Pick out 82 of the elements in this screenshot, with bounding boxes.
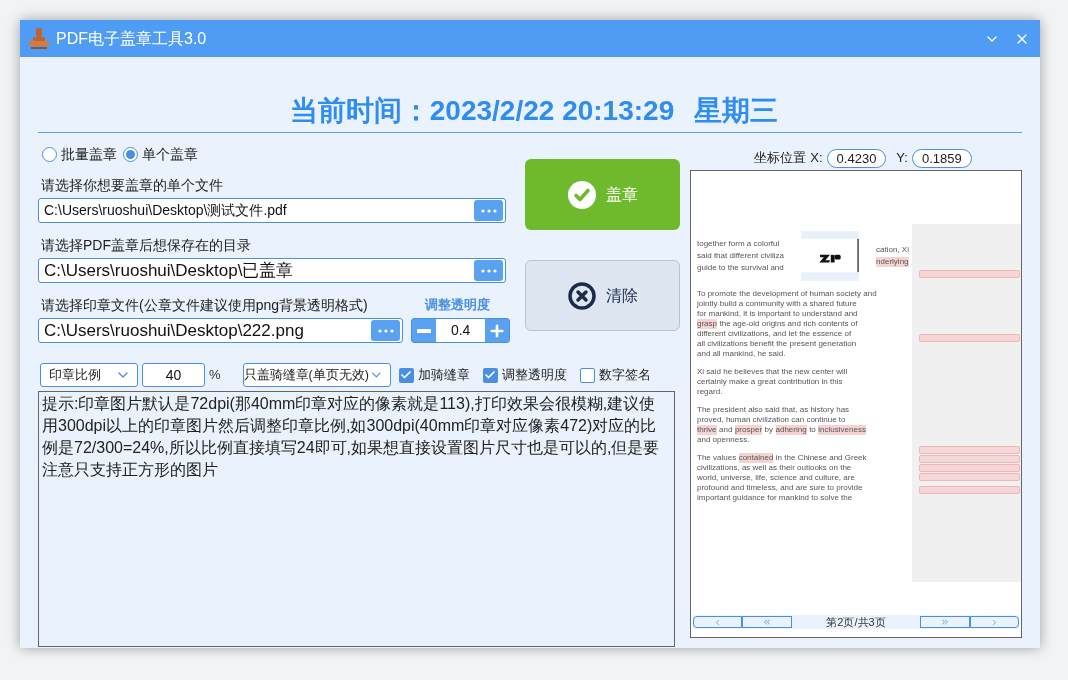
chevron-right-icon: [990, 617, 999, 627]
seam-mode-dropdown[interactable]: 只盖骑缝章(单页无效): [242, 363, 391, 387]
path-field[interactable]: C:\Users\ruoshui\Desktop\已盖章: [38, 258, 506, 283]
highlighted-word: grasp: [697, 319, 717, 329]
document-text: regard.: [697, 387, 723, 397]
more-icon: [480, 208, 497, 213]
path-field[interactable]: C:\Users\ruoshui\Desktop\测试文件.pdf: [38, 198, 506, 223]
coords-label: 坐标位置: [754, 149, 807, 168]
window-title: PDF电子盖章工具3.0: [56, 28, 207, 49]
last-page-button[interactable]: [970, 616, 1019, 628]
document-text: and all mankind, he said.: [697, 349, 786, 359]
mode-radio[interactable]: 批量盖章: [42, 143, 117, 165]
highlighted-word: thrive: [697, 425, 717, 435]
document-text: civilizations, as well as their outlooks on the: [697, 463, 852, 473]
document-text: said that different civiliza: [697, 251, 784, 261]
document-text: together form a colorful: [697, 239, 780, 249]
field-label: 请选择印章文件(公章文件建议使用png背景透明格式): [41, 297, 368, 313]
stamp-icon: [28, 26, 50, 51]
document-text: important guidance for mankind to solve the: [697, 493, 853, 503]
field-label: 请选择PDF盖章后想保存在的目录: [41, 237, 251, 253]
minus-icon: [417, 328, 432, 333]
document-text: certainly make a great contribution in this: [697, 377, 843, 387]
page-indicator: 第2页/共3页: [825, 615, 887, 629]
chevron-left-icon: [713, 617, 722, 627]
previous-page-button[interactable]: [742, 616, 792, 628]
decrease-button[interactable]: [412, 319, 437, 342]
y-label: Y:: [896, 149, 908, 168]
document-text: the age-old origins and rich contents of: [719, 319, 858, 329]
highlighted-word: nderlying: [876, 257, 909, 267]
double-chevron-right-icon: [940, 617, 950, 627]
opacity-value: 0.4: [449, 321, 472, 340]
document-text: for mankind, it is important to understand and: [697, 309, 858, 319]
highlighted-word: inclusiveness: [818, 425, 866, 435]
document-text: and: [719, 425, 733, 435]
opacity-stepper[interactable]: 0.4: [411, 318, 510, 343]
scale-mode-dropdown[interactable]: 印章比例: [40, 363, 138, 387]
double-chevron-left-icon: [762, 617, 772, 627]
document-text: To promote the development of human society and: [697, 289, 877, 299]
document-text: all civilizations benefit the present generation: [697, 339, 857, 349]
more-icon: [377, 328, 394, 333]
document-text: The president also said that, as history has: [697, 405, 850, 415]
x-label: X:: [810, 149, 823, 168]
mode-radio[interactable]: 单个盖章: [123, 143, 198, 165]
clear-button[interactable]: 清除: [525, 260, 680, 331]
document-text: profound and timeless, and are sure to provide: [697, 483, 863, 493]
document-text: in the Chinese and Greek: [775, 453, 867, 463]
document-text: proved, human civilization can continue to: [697, 415, 846, 425]
document-text: jointly build a community with a shared future: [697, 299, 857, 309]
document-text: cation, Xi: [876, 245, 909, 255]
highlighted-word: adhering: [775, 425, 807, 435]
x-coordinate: 0.4230: [826, 148, 887, 168]
option-checkbox[interactable]: 数字签名: [579, 365, 651, 385]
opacity-label: 调整透明度: [425, 297, 490, 313]
highlighted-word: contained: [738, 453, 774, 463]
y-coordinate: 0.1859: [911, 148, 972, 168]
percent-unit: %: [209, 366, 221, 385]
browse-button[interactable]: [371, 320, 401, 341]
document-text: The values: [697, 453, 737, 463]
document-text: by: [764, 425, 773, 435]
option-checkbox[interactable]: 加骑缝章: [398, 365, 470, 385]
increase-button[interactable]: [485, 319, 509, 342]
first-page-button[interactable]: [693, 616, 742, 628]
current-time: 当前时间：2023/2/22 20:13:29: [289, 94, 675, 128]
next-page-button[interactable]: [920, 616, 970, 628]
document-text: different civilizations, and let the essence of: [697, 329, 852, 339]
weekday: 星期三: [694, 94, 779, 128]
document-text: and openness.: [697, 435, 750, 445]
scale-field[interactable]: 40: [142, 363, 205, 387]
hint-textarea[interactable]: 提示:印章图片默认是72dpi(那40mm印章对应的像素就是113),打印效果会很模糊,建议使用300dpi以上的印章图片然后调整印章比例,如300dpi(40mm印章对应像素472)对应的比例是72/300=24%,所以比例直接填写24即可,如果想直接设置图片尺寸也是可以的,但是要注意只支持正方形的图片: [38, 391, 675, 647]
field-label: 请选择你想要盖章的单个文件: [41, 177, 223, 193]
document-text: world, universe, life, science and culture, are: [697, 473, 855, 483]
more-icon: [480, 268, 497, 273]
close-circle-icon: [567, 281, 596, 310]
option-checkbox[interactable]: 调整透明度: [482, 365, 567, 385]
document-text: guide to the survival and: [697, 263, 784, 273]
path-field[interactable]: C:\Users\ruoshui\Desktop\222.png: [38, 318, 404, 343]
browse-button[interactable]: [474, 200, 503, 221]
check-circle-icon: [567, 180, 596, 209]
document-text: to: [809, 425, 816, 435]
highlighted-word: prosper: [734, 425, 763, 435]
browse-button[interactable]: [474, 260, 503, 281]
document-text: Xi said he believes that the new center will: [697, 367, 848, 377]
